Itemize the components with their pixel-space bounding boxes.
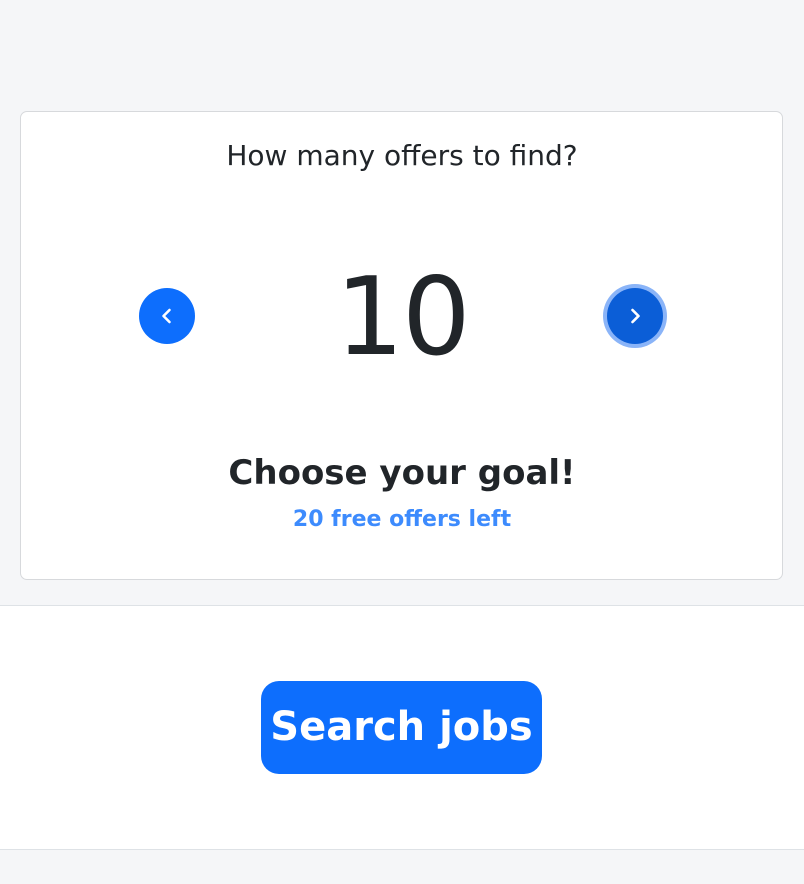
footer-area <box>0 850 804 884</box>
goal-title: Choose your goal! <box>228 453 576 493</box>
free-offers-left: 20 free offers left <box>292 507 512 532</box>
goal-question: How many offers to find? <box>226 139 578 172</box>
search-jobs-button[interactable]: Search jobs <box>261 681 542 774</box>
increment-button[interactable] <box>607 288 663 344</box>
offer-count-value: 10 <box>335 255 470 380</box>
chevron-right-icon <box>631 308 640 324</box>
